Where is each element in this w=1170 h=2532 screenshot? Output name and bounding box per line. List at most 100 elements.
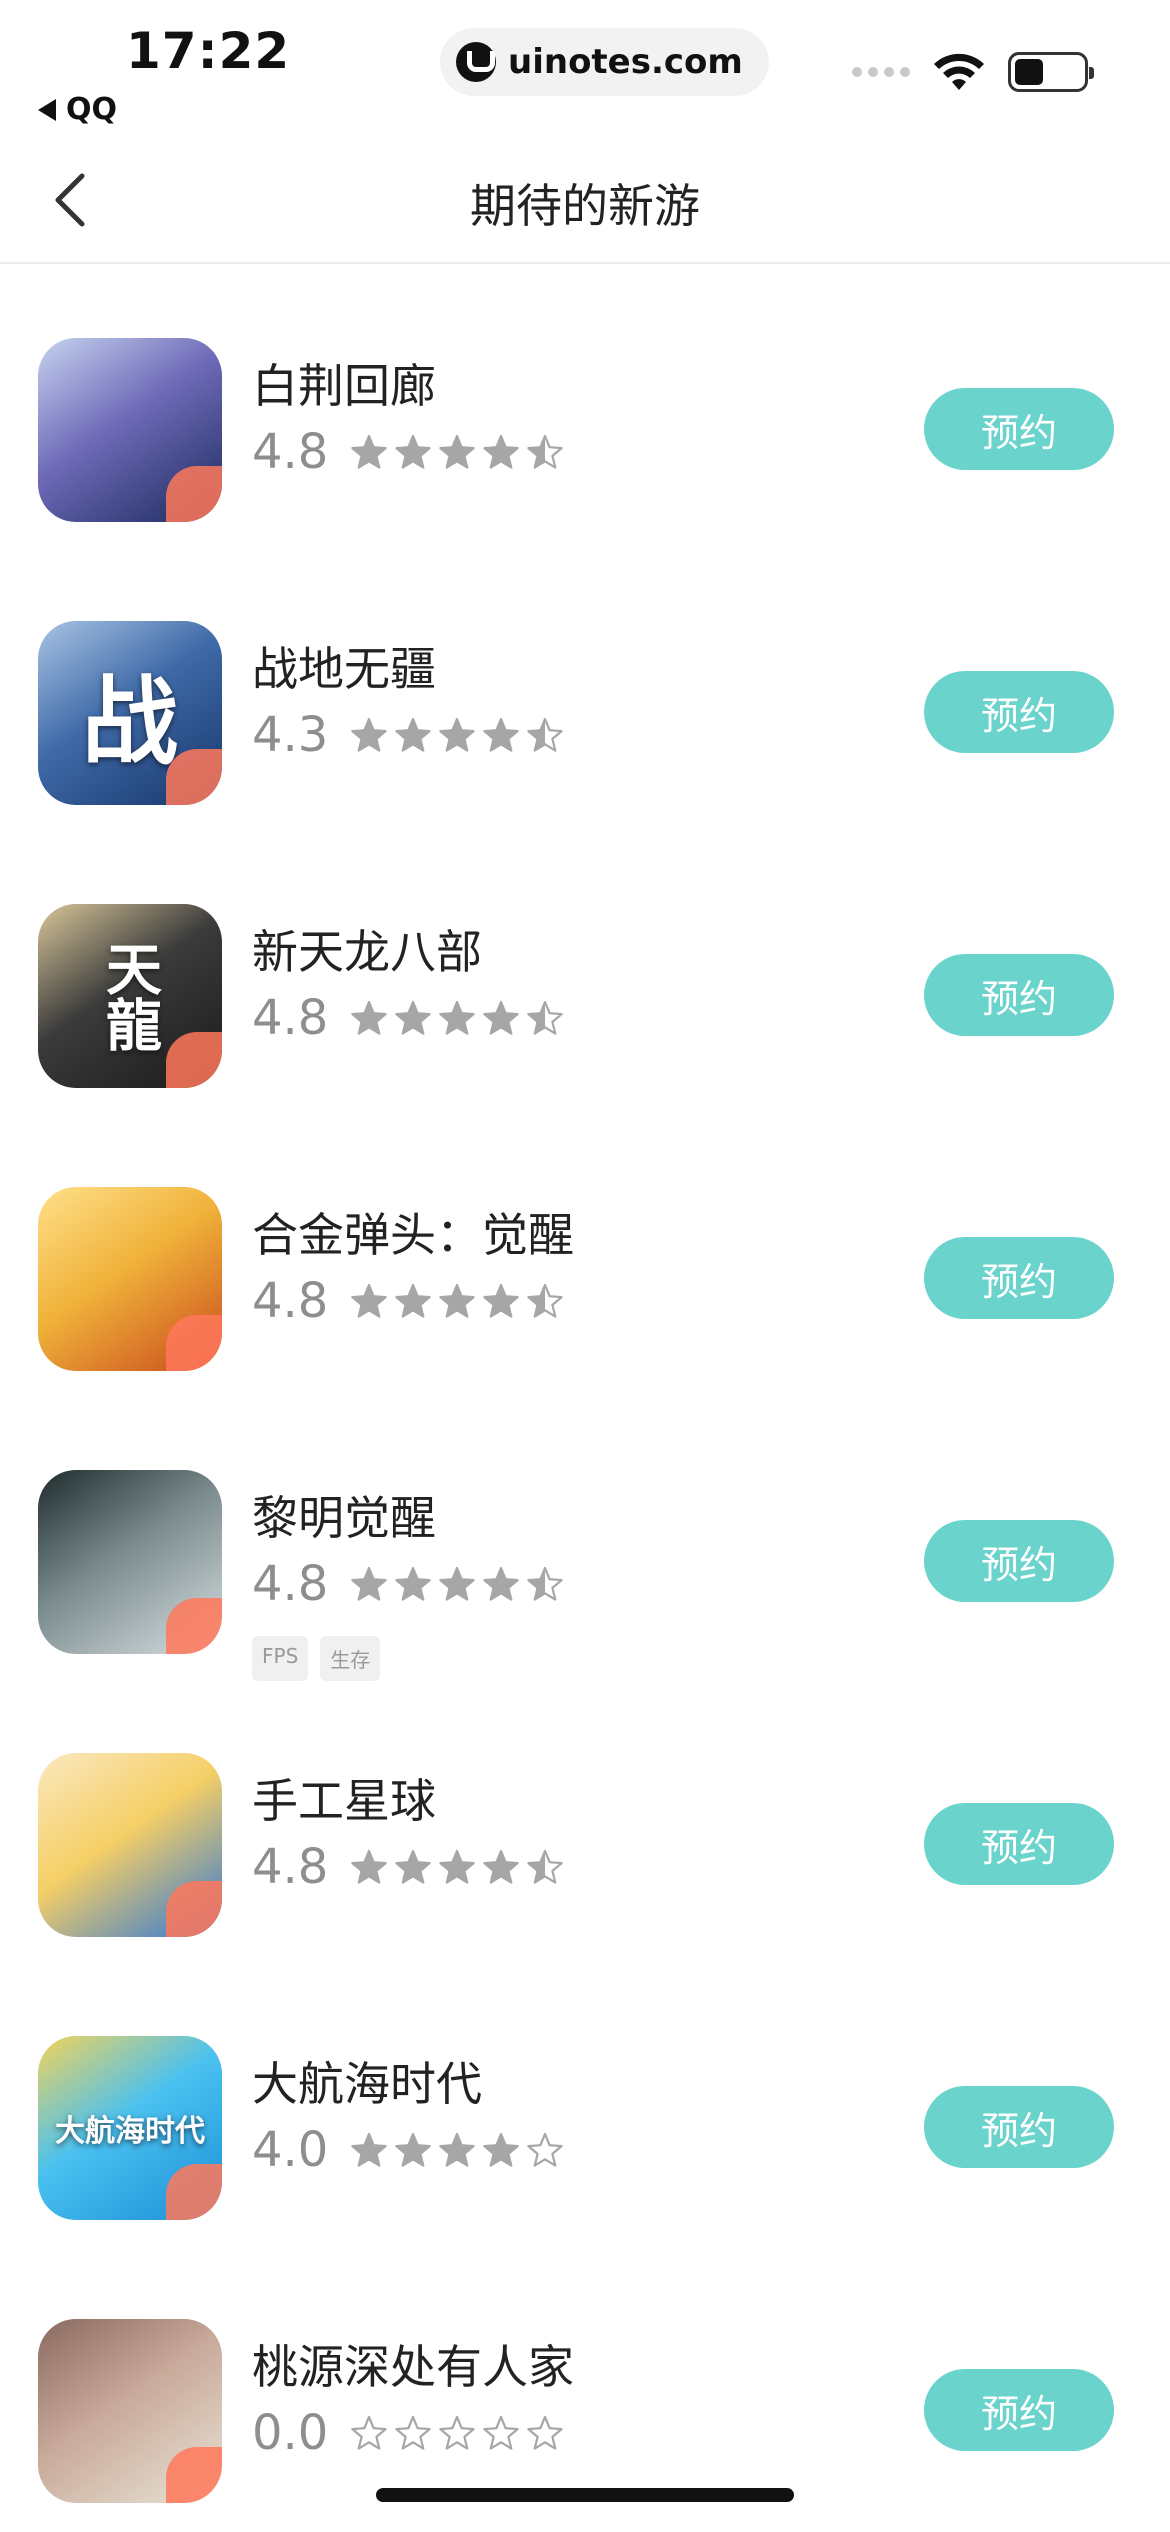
star-full-icon — [439, 1283, 475, 1318]
star-empty-icon — [483, 2415, 519, 2450]
rating-score: 4.8 — [252, 1273, 329, 1329]
rating-score: 4.8 — [252, 990, 329, 1046]
star-full-icon — [439, 2132, 475, 2167]
back-triangle-icon — [38, 98, 56, 121]
back-app-label: QQ — [66, 92, 118, 127]
game-rating: 4.0 — [252, 2122, 564, 2178]
game-rating: 4.8 — [252, 1556, 564, 1612]
url-text: uinotes.com — [508, 42, 743, 82]
game-rating: 4.8 — [252, 1839, 564, 1895]
star-full-icon — [439, 434, 475, 469]
star-empty-icon — [439, 2415, 475, 2450]
star-full-icon — [351, 434, 387, 469]
publisher-badge-icon — [166, 1598, 222, 1654]
star-full-icon — [395, 434, 431, 469]
reserve-button[interactable]: 预约 — [924, 1237, 1114, 1319]
star-half-icon — [527, 1566, 563, 1601]
game-row[interactable]: 白荆回廊 4.8 预约 — [0, 284, 1170, 567]
game-tags: FPS 生存 — [252, 1636, 381, 1681]
star-full-icon — [483, 1000, 519, 1035]
signal-icon — [852, 67, 910, 77]
publisher-badge-icon — [166, 1881, 222, 1937]
publisher-badge-icon — [166, 2447, 222, 2503]
star-full-icon — [351, 1849, 387, 1884]
reserve-button[interactable]: 预约 — [924, 1803, 1114, 1885]
nav-bar: 期待的新游 — [0, 140, 1170, 264]
star-full-icon — [395, 717, 431, 752]
publisher-badge-icon — [166, 2164, 222, 2220]
game-rating: 4.8 — [252, 990, 564, 1046]
reserve-button[interactable]: 预约 — [924, 388, 1114, 470]
game-icon[interactable]: 大航海时代 — [38, 2036, 222, 2220]
game-list: 白荆回廊 4.8 预约战战地无疆 4.3 预约 天龍 新天龙八部 4.8 预约 合金弹头：觉醒 4.… — [0, 284, 1170, 2532]
star-full-icon — [483, 2132, 519, 2167]
rating-stars — [350, 2131, 564, 2169]
star-full-icon — [439, 717, 475, 752]
star-full-icon — [351, 1000, 387, 1035]
game-name: 手工星球 — [252, 1774, 436, 1828]
publisher-badge-icon — [166, 749, 222, 805]
game-rating: 0.0 — [252, 2405, 564, 2461]
home-indicator[interactable] — [376, 2488, 794, 2502]
rating-stars — [350, 716, 564, 754]
status-bar: 17:22 QQ uinotes.com — [0, 0, 1170, 140]
star-empty-icon — [351, 2415, 387, 2450]
star-half-icon — [527, 717, 563, 752]
rating-score: 4.8 — [252, 1839, 329, 1895]
publisher-badge-icon — [166, 1315, 222, 1371]
star-full-icon — [483, 434, 519, 469]
game-icon[interactable] — [38, 1470, 222, 1654]
rating-stars — [350, 999, 564, 1037]
game-tag: 生存 — [320, 1636, 381, 1681]
game-icon[interactable]: 天龍 — [38, 904, 222, 1088]
game-name: 战地无疆 — [252, 642, 436, 696]
star-full-icon — [483, 717, 519, 752]
game-row[interactable]: 天龍 新天龙八部 4.8 预约 — [0, 850, 1170, 1133]
star-full-icon — [395, 1566, 431, 1601]
game-icon[interactable] — [38, 2319, 222, 2503]
reserve-button[interactable]: 预约 — [924, 671, 1114, 753]
rating-stars — [350, 1848, 564, 1886]
star-full-icon — [351, 1566, 387, 1601]
wifi-icon — [934, 53, 984, 90]
star-full-icon — [395, 1000, 431, 1035]
star-full-icon — [439, 1566, 475, 1601]
game-rating: 4.8 — [252, 424, 564, 480]
game-icon[interactable] — [38, 1753, 222, 1937]
game-row[interactable]: 战战地无疆 4.3 预约 — [0, 567, 1170, 850]
star-full-icon — [395, 2132, 431, 2167]
reserve-button[interactable]: 预约 — [924, 954, 1114, 1036]
rating-score: 4.3 — [252, 707, 329, 763]
star-full-icon — [351, 2132, 387, 2167]
game-name: 黎明觉醒 — [252, 1491, 436, 1545]
game-row[interactable]: 大航海时代 大航海时代 4.0 预约 — [0, 1982, 1170, 2265]
game-row[interactable]: 手工星球 4.8 预约 — [0, 1699, 1170, 1982]
game-icon[interactable]: 战 — [38, 621, 222, 805]
publisher-badge-icon — [166, 466, 222, 522]
star-full-icon — [439, 1000, 475, 1035]
game-row[interactable]: 合金弹头：觉醒 4.8 预约 — [0, 1133, 1170, 1416]
reserve-button[interactable]: 预约 — [924, 2369, 1114, 2451]
star-empty-icon — [527, 2132, 563, 2167]
game-icon[interactable] — [38, 1187, 222, 1371]
game-icon[interactable] — [38, 338, 222, 522]
rating-stars — [350, 1565, 564, 1603]
rating-stars — [350, 2414, 564, 2452]
star-full-icon — [395, 1849, 431, 1884]
game-row[interactable]: 黎明觉醒 4.8 FPS 生存 预约 — [0, 1416, 1170, 1699]
star-full-icon — [351, 717, 387, 752]
star-half-icon — [527, 1283, 563, 1318]
game-rating: 4.8 — [252, 1273, 564, 1329]
status-indicators — [852, 52, 1094, 92]
rating-score: 4.8 — [252, 1556, 329, 1612]
rating-score: 4.8 — [252, 424, 329, 480]
star-empty-icon — [395, 2415, 431, 2450]
game-name: 新天龙八部 — [252, 925, 482, 979]
reserve-button[interactable]: 预约 — [924, 1520, 1114, 1602]
url-pill[interactable]: uinotes.com — [440, 28, 769, 96]
star-full-icon — [483, 1849, 519, 1884]
back-to-app-link[interactable]: QQ — [38, 92, 117, 127]
reserve-button[interactable]: 预约 — [924, 2086, 1114, 2168]
rating-score: 4.0 — [252, 2122, 329, 2178]
rating-stars — [350, 1282, 564, 1320]
